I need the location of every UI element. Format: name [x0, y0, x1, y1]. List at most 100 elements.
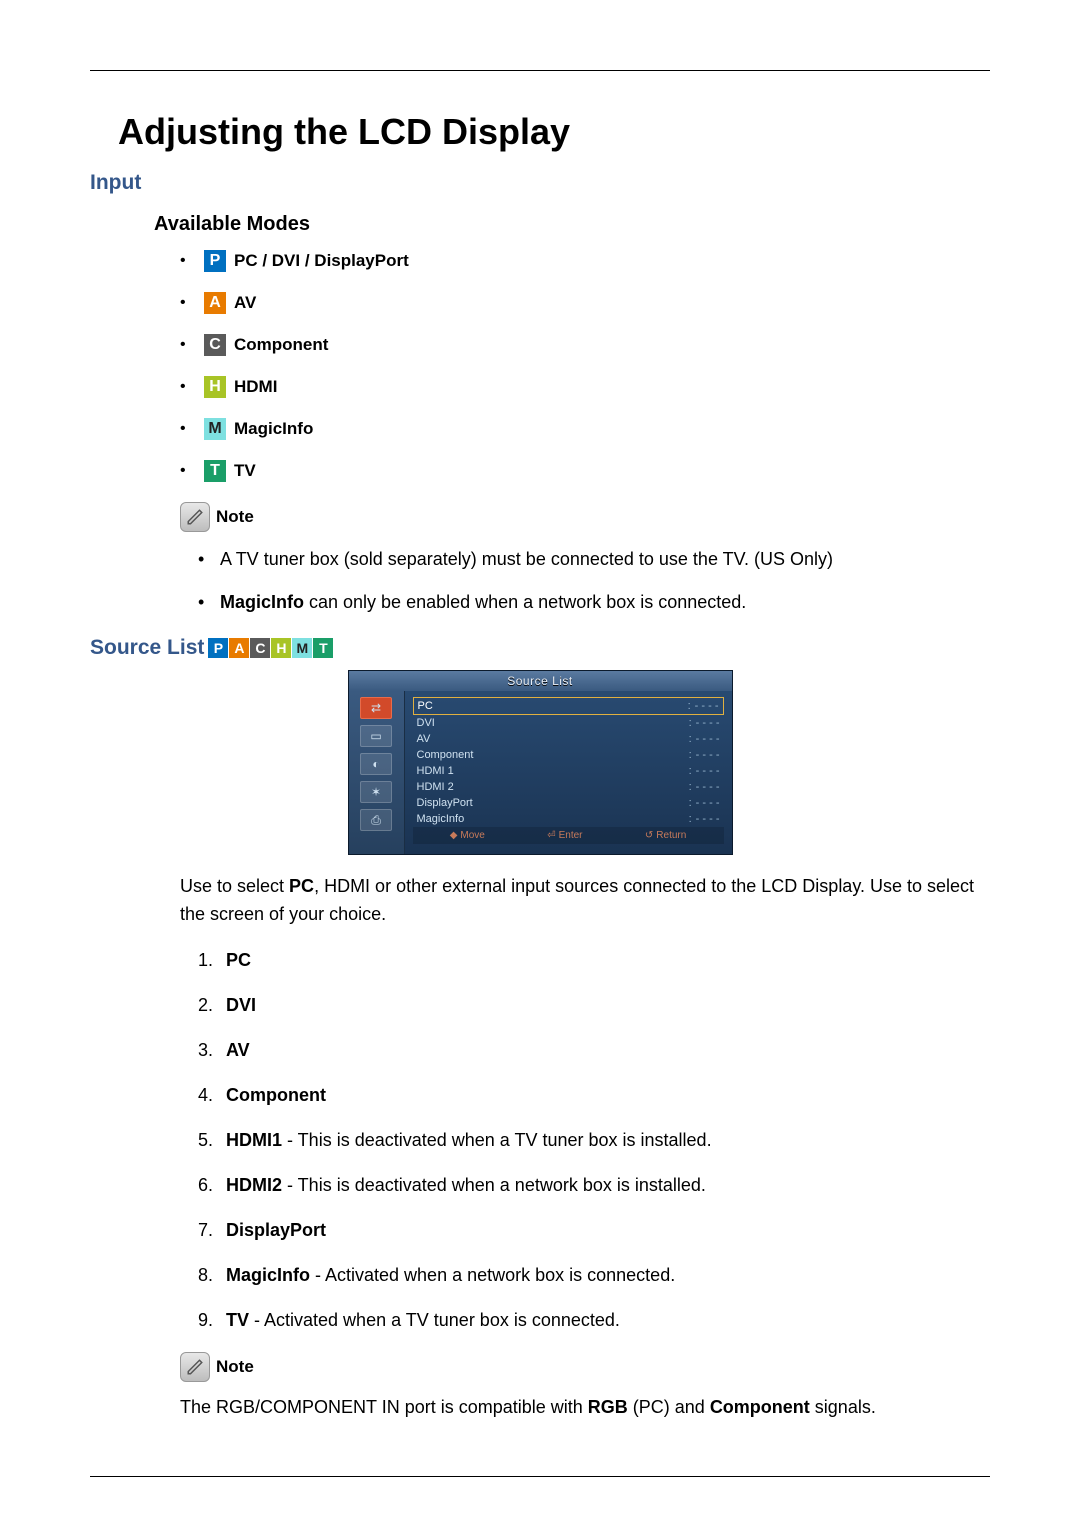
- rule-bottom: [90, 1476, 990, 1477]
- source-list-chips: P A C H M T: [208, 638, 334, 658]
- li-bold: HDMI1: [226, 1130, 282, 1150]
- li-bold: DisplayPort: [226, 1220, 326, 1240]
- document-page: Adjusting the LCD Display Input Availabl…: [0, 0, 1080, 1421]
- osd-row-val: - - - -: [696, 733, 720, 745]
- mode-label: AV: [234, 293, 256, 313]
- mode-item: A AV: [180, 292, 990, 314]
- osd-row-name: Component: [417, 749, 474, 761]
- mode-item: T TV: [180, 460, 990, 482]
- list-item: TV - Activated when a TV tuner box is co…: [198, 1307, 990, 1334]
- mode-label: MagicInfo: [234, 419, 313, 439]
- mode-chip-a: A: [204, 292, 226, 314]
- mode-label: Component: [234, 335, 328, 355]
- mode-chip-h: H: [271, 638, 291, 658]
- li-text: - Activated when a network box is connec…: [310, 1265, 675, 1285]
- mode-chip-m: M: [292, 638, 312, 658]
- osd-sidebar: ⇄ ▭ ◐ ✶ ⎙: [349, 691, 405, 854]
- note-label: Note: [216, 1357, 254, 1377]
- osd-row-val: - - - -: [695, 700, 719, 712]
- osd-row-val: - - - -: [696, 781, 720, 793]
- osd-tab-icon: ✶: [360, 781, 392, 803]
- note-icon: [180, 1352, 210, 1382]
- osd-row-name: MagicInfo: [417, 813, 465, 825]
- mode-chip-m: M: [204, 418, 226, 440]
- mode-item: CComponent: [180, 334, 990, 356]
- source-list-heading: Source List: [90, 636, 204, 660]
- list-item: DisplayPort: [198, 1217, 990, 1244]
- text: The RGB/COMPONENT IN port is compatible …: [180, 1397, 588, 1417]
- text-bold: PC: [289, 876, 314, 896]
- osd-row: HDMI 1:- - - -: [413, 763, 724, 779]
- li-text: - This is deactivated when a network box…: [282, 1175, 706, 1195]
- note-bold: MagicInfo: [220, 592, 304, 612]
- rule-top: [90, 70, 990, 71]
- osd-row-name: PC: [418, 700, 433, 712]
- osd-hint-return: ↺ Return: [645, 830, 686, 841]
- mode-chip-a: A: [229, 638, 249, 658]
- note-list-1: A TV tuner box (sold separately) must be…: [198, 546, 990, 616]
- osd-row-name: DVI: [417, 717, 435, 729]
- osd-menu: PC:- - - - DVI:- - - - AV:- - - - Compon…: [405, 691, 732, 854]
- note-text: A TV tuner box (sold separately) must be…: [220, 549, 833, 569]
- osd-row: PC:- - - -: [413, 697, 724, 715]
- li-bold: MagicInfo: [226, 1265, 310, 1285]
- mode-item: M MagicInfo: [180, 418, 990, 440]
- list-item: Component: [198, 1082, 990, 1109]
- mode-chip-h: H: [204, 376, 226, 398]
- osd-row: HDMI 2:- - - -: [413, 779, 724, 795]
- page-title: Adjusting the LCD Display: [118, 111, 990, 153]
- text: (PC) and: [628, 1397, 710, 1417]
- osd-tab-icon: ⇄: [360, 697, 392, 719]
- list-item: AV: [198, 1037, 990, 1064]
- mode-chip-p: P: [208, 638, 228, 658]
- osd-row-val: - - - -: [696, 797, 720, 809]
- osd-row-name: DisplayPort: [417, 797, 473, 809]
- mode-label: TV: [234, 461, 256, 481]
- osd-row-val: - - - -: [696, 765, 720, 777]
- osd-tab-icon: ⎙: [360, 809, 392, 831]
- osd-row-val: - - - -: [696, 813, 720, 825]
- list-item: DVI: [198, 992, 990, 1019]
- mode-chip-p: P: [204, 250, 226, 272]
- note-item: MagicInfo can only be enabled when a net…: [198, 589, 990, 616]
- mode-item: P PC / DVI / DisplayPort: [180, 250, 990, 272]
- mode-chip-t: T: [204, 460, 226, 482]
- list-item: PC: [198, 947, 990, 974]
- mode-label: HDMI: [234, 377, 277, 397]
- note-label: Note: [216, 507, 254, 527]
- osd-row-name: HDMI 1: [417, 765, 454, 777]
- note-item: A TV tuner box (sold separately) must be…: [198, 546, 990, 573]
- source-list-heading-row: Source List P A C H M T: [90, 636, 990, 660]
- mode-label: PC / DVI / DisplayPort: [234, 251, 409, 271]
- available-modes-list: P PC / DVI / DisplayPort A AV CComponent H…: [180, 250, 990, 482]
- li-text: - Activated when a TV tuner box is conne…: [249, 1310, 620, 1330]
- note-block: Note: [180, 502, 990, 532]
- source-numbered-list: PC DVI AV Component HDMI1 - This is deac…: [198, 947, 990, 1334]
- osd-footer: ◆ Move ⏎ Enter ↺ Return: [413, 827, 724, 844]
- osd-row-name: HDMI 2: [417, 781, 454, 793]
- source-description: Use to select PC, HDMI or other external…: [180, 873, 990, 929]
- note-icon: [180, 502, 210, 532]
- li-bold: PC: [226, 950, 251, 970]
- osd-body: ⇄ ▭ ◐ ✶ ⎙ PC:- - - - DVI:- - - - AV:- - …: [349, 691, 732, 854]
- section-input-heading: Input: [90, 171, 990, 195]
- text: signals.: [810, 1397, 876, 1417]
- osd-tab-icon: ◐: [360, 753, 392, 775]
- text-bold: Component: [710, 1397, 810, 1417]
- osd-screenshot: Source List ⇄ ▭ ◐ ✶ ⎙ PC:- - - - DVI:- -…: [90, 670, 990, 855]
- mode-chip-t: T: [313, 638, 333, 658]
- li-bold: HDMI2: [226, 1175, 282, 1195]
- osd-row: MagicInfo:- - - -: [413, 811, 724, 827]
- list-item: HDMI1 - This is deactivated when a TV tu…: [198, 1127, 990, 1154]
- osd-row-name: AV: [417, 733, 431, 745]
- final-note-text: The RGB/COMPONENT IN port is compatible …: [180, 1394, 990, 1421]
- osd-tab-icon: ▭: [360, 725, 392, 747]
- osd-row: AV:- - - -: [413, 731, 724, 747]
- note-block-2: Note: [180, 1352, 990, 1382]
- note-text: can only be enabled when a network box i…: [304, 592, 746, 612]
- osd-panel: Source List ⇄ ▭ ◐ ✶ ⎙ PC:- - - - DVI:- -…: [348, 670, 733, 855]
- available-modes-heading: Available Modes: [154, 213, 990, 236]
- osd-row-val: - - - -: [696, 717, 720, 729]
- osd-row: DisplayPort:- - - -: [413, 795, 724, 811]
- osd-title: Source List: [349, 671, 732, 691]
